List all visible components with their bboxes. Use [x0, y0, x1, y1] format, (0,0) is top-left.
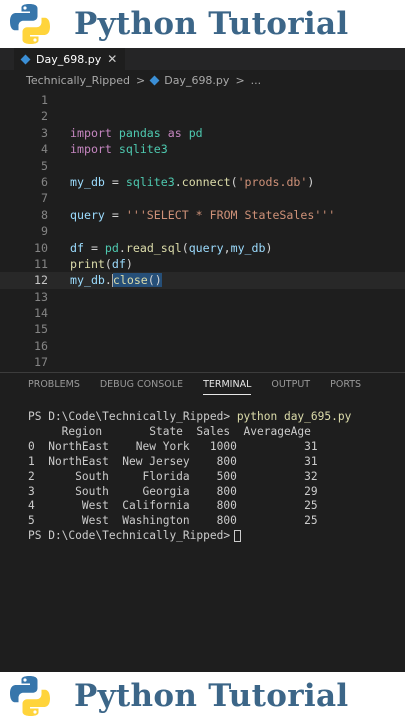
- code-line: 1: [0, 92, 405, 108]
- terminal-command: python day_695.py: [236, 410, 352, 423]
- code-line: 5: [0, 158, 405, 174]
- line-number: 4: [41, 142, 48, 157]
- banner-title: Python Tutorial: [74, 6, 349, 42]
- line-number: 14: [34, 306, 48, 321]
- breadcrumb-file[interactable]: Day_698.py: [164, 74, 229, 87]
- code-line-current: 12 my_db.close(): [0, 272, 405, 289]
- breadcrumb-folder[interactable]: Technically_Ripped: [26, 74, 130, 87]
- selected-text: close(): [112, 273, 162, 288]
- line-number: 8: [41, 207, 48, 222]
- code-line: 9: [0, 223, 405, 239]
- python-file-icon: [149, 75, 160, 86]
- code-line: 17: [0, 354, 405, 370]
- editor-tab-bar: Day_698.py ✕: [0, 48, 405, 70]
- line-number: 15: [34, 322, 48, 337]
- breadcrumb-separator: >: [235, 74, 245, 87]
- tab-terminal[interactable]: TERMINAL: [203, 379, 252, 395]
- line-number: 16: [34, 338, 48, 353]
- line-number: 6: [41, 174, 48, 189]
- dataframe-row: 5 West Washington 800 25: [28, 514, 318, 528]
- dataframe-row: 2 South Florida 500 32: [28, 469, 318, 483]
- line-number: 13: [34, 289, 48, 304]
- code-text: my_db = sqlite3.connect('prods.db'): [70, 174, 315, 189]
- tab-ports[interactable]: PORTS: [330, 379, 361, 395]
- python-logo-icon: [10, 4, 50, 44]
- code-line: 3 import pandas as pd: [0, 125, 405, 141]
- code-line: 16: [0, 338, 405, 354]
- code-line: 7: [0, 190, 405, 206]
- code-line: 14: [0, 305, 405, 321]
- code-editor: Day_698.py ✕ Technically_Ripped > Day_69…: [0, 48, 405, 672]
- code-text: df = pd.read_sql(query,my_db): [70, 240, 273, 255]
- code-text: my_db.close(): [70, 273, 162, 288]
- terminal-final-line: PS D:\Code\Technically_Ripped>: [28, 529, 351, 544]
- code-line: 11 print(df): [0, 256, 405, 272]
- python-file-icon: [20, 54, 31, 64]
- terminal-prompt: PS D:\Code\Technically_Ripped>: [28, 529, 231, 543]
- code-area[interactable]: 1 2 3 import pandas as pd 4 import sqlite3…: [0, 92, 405, 371]
- breadcrumb-separator: >: [136, 74, 146, 87]
- line-number: 17: [34, 355, 48, 370]
- close-icon[interactable]: ✕: [107, 52, 117, 66]
- breadcrumb-more[interactable]: ...: [251, 74, 262, 87]
- tab-output[interactable]: OUTPUT: [271, 379, 310, 395]
- code-line: 4 import sqlite3: [0, 141, 405, 157]
- line-number: 1: [41, 93, 48, 107]
- code-text: import pandas as pd: [70, 125, 203, 140]
- dataframe-header: Region State Sales AverageAge: [28, 424, 311, 438]
- dataframe-row: 4 West California 800 25: [28, 499, 318, 513]
- line-number: 7: [41, 191, 48, 206]
- terminal-cursor: [234, 530, 242, 543]
- code-line: 10 df = pd.read_sql(query,my_db): [0, 240, 405, 256]
- code-line: 2: [0, 108, 405, 124]
- terminal-command-line: PS D:\Code\Technically_Ripped> python da…: [28, 410, 351, 425]
- tab-debug-console[interactable]: DEBUG CONSOLE: [100, 379, 183, 395]
- code-line: 13: [0, 289, 405, 305]
- terminal-output[interactable]: PS D:\Code\Technically_Ripped> python da…: [28, 410, 351, 544]
- line-number: 3: [41, 125, 48, 140]
- tab-problems[interactable]: PROBLEMS: [28, 379, 80, 395]
- line-number: 9: [41, 224, 48, 239]
- dataframe-row: 0 NorthEast New York 1000 31: [28, 439, 318, 453]
- bottom-panel: PROBLEMS DEBUG CONSOLE TERMINAL OUTPUT P…: [0, 372, 405, 672]
- top-banner: Python Tutorial: [0, 0, 405, 48]
- banner-title: Python Tutorial: [74, 678, 349, 714]
- tab-day-698[interactable]: Day_698.py ✕: [14, 48, 126, 70]
- line-number: 10: [34, 240, 48, 255]
- python-logo-icon: [10, 676, 50, 716]
- terminal-prompt: PS D:\Code\Technically_Ripped>: [28, 410, 237, 423]
- code-text: print(df): [70, 256, 133, 271]
- tab-label: Day_698.py: [36, 52, 102, 66]
- line-number: 5: [41, 158, 48, 173]
- code-line: 15: [0, 321, 405, 337]
- line-number: 2: [41, 109, 48, 124]
- code-line: 6 my_db = sqlite3.connect('prods.db'): [0, 174, 405, 190]
- code-line: 8 query = '''SELECT * FROM StateSales''': [0, 207, 405, 223]
- breadcrumb: Technically_Ripped > Day_698.py > ...: [26, 74, 261, 87]
- dataframe-row: 3 South Georgia 800 29: [28, 484, 318, 498]
- code-text: import sqlite3: [70, 142, 168, 157]
- dataframe-row: 1 NorthEast New Jersey 800 31: [28, 454, 318, 468]
- panel-tabs: PROBLEMS DEBUG CONSOLE TERMINAL OUTPUT P…: [28, 379, 381, 395]
- bottom-banner: Python Tutorial: [0, 672, 405, 720]
- line-number: 11: [34, 256, 48, 271]
- line-number: 12: [34, 273, 48, 288]
- code-text: query = '''SELECT * FROM StateSales''': [70, 207, 336, 222]
